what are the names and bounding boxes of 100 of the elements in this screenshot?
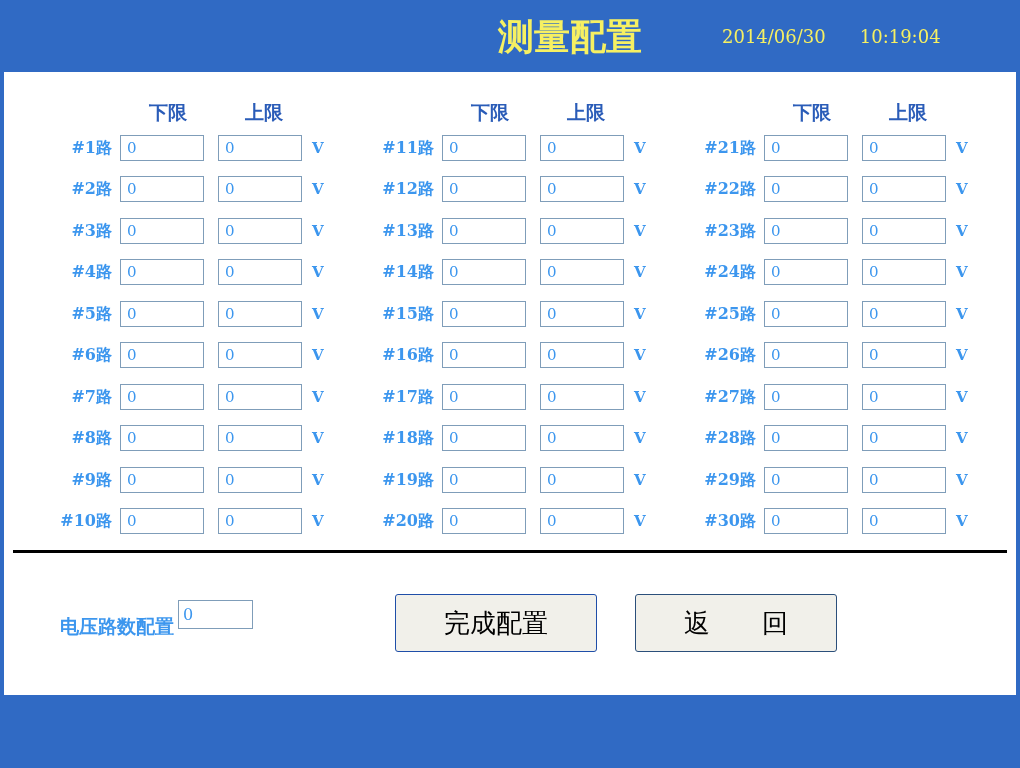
upper-limit-field[interactable]: 0: [540, 176, 624, 203]
column-header: 下限: [148, 99, 188, 125]
back-button[interactable]: 返 回: [635, 594, 837, 652]
upper-limit-field[interactable]: 0: [540, 134, 624, 161]
lower-limit-field[interactable]: 0: [442, 176, 526, 203]
channel-label: #23路: [703, 219, 756, 242]
upper-limit-field[interactable]: 0: [540, 259, 624, 286]
lower-limit-field[interactable]: 0: [764, 259, 848, 286]
lower-limit-field[interactable]: 0: [764, 217, 848, 244]
unit-label: V: [312, 345, 324, 366]
upper-limit-field[interactable]: 0: [218, 508, 302, 535]
channel-label: #17路: [381, 385, 434, 408]
channel-count-field[interactable]: 0: [178, 600, 253, 629]
lower-limit-field[interactable]: 0: [120, 383, 204, 410]
upper-limit-field[interactable]: 0: [540, 508, 624, 535]
upper-limit-field[interactable]: 0: [862, 176, 946, 203]
unit-label: V: [634, 345, 646, 366]
lower-limit-field[interactable]: 0: [764, 383, 848, 410]
lower-limit-field[interactable]: 0: [120, 466, 204, 493]
channel-label: #30路: [703, 510, 756, 533]
upper-limit-field[interactable]: 0: [218, 466, 302, 493]
lower-limit-field[interactable]: 0: [442, 259, 526, 286]
lower-limit-field[interactable]: 0: [442, 300, 526, 327]
channel-label: #22路: [703, 178, 756, 201]
finish-button[interactable]: 完成配置: [395, 594, 597, 652]
lower-limit-field[interactable]: 0: [764, 176, 848, 203]
unit-label: V: [956, 179, 968, 200]
lower-limit-field[interactable]: 0: [120, 425, 204, 452]
lower-limit-field[interactable]: 0: [120, 508, 204, 535]
lower-limit-field[interactable]: 0: [442, 383, 526, 410]
lower-limit-field[interactable]: 0: [764, 134, 848, 161]
upper-limit-field[interactable]: 0: [862, 383, 946, 410]
lower-limit-field[interactable]: 0: [120, 342, 204, 369]
channel-label: #14路: [381, 261, 434, 284]
lower-limit-field[interactable]: 0: [442, 342, 526, 369]
page-title: 测量配置: [497, 14, 643, 59]
lower-limit-field[interactable]: 0: [120, 134, 204, 161]
unit-label: V: [634, 511, 646, 532]
upper-limit-field[interactable]: 0: [862, 425, 946, 452]
channel-label: #11路: [381, 136, 434, 159]
upper-limit-field[interactable]: 0: [862, 134, 946, 161]
lower-limit-field[interactable]: 0: [442, 466, 526, 493]
upper-limit-field[interactable]: 0: [862, 259, 946, 286]
unit-label: V: [634, 262, 646, 283]
unit-label: V: [956, 428, 968, 449]
unit-label: V: [312, 386, 324, 408]
channel-label: #24路: [703, 261, 756, 284]
unit-label: V: [312, 220, 324, 242]
upper-limit-field[interactable]: 0: [218, 425, 302, 452]
unit-label: V: [634, 303, 646, 325]
channel-label: #12路: [381, 178, 434, 201]
upper-limit-field[interactable]: 0: [540, 300, 624, 327]
upper-limit-field[interactable]: 0: [218, 383, 302, 410]
column-header: 下限: [792, 99, 832, 125]
unit-label: V: [956, 137, 968, 159]
channel-label: #3路: [70, 219, 112, 242]
lower-limit-field[interactable]: 0: [120, 259, 204, 286]
lower-limit-field[interactable]: 0: [442, 217, 526, 244]
lower-limit-field[interactable]: 0: [764, 300, 848, 327]
channel-label: #28路: [703, 427, 756, 450]
unit-label: V: [956, 386, 968, 408]
unit-label: V: [956, 220, 968, 242]
upper-limit-field[interactable]: 0: [540, 466, 624, 493]
unit-label: V: [634, 428, 646, 449]
unit-label: V: [312, 303, 324, 325]
lower-limit-field[interactable]: 0: [120, 300, 204, 327]
upper-limit-field[interactable]: 0: [218, 342, 302, 369]
unit-label: V: [634, 469, 646, 491]
upper-limit-field[interactable]: 0: [540, 383, 624, 410]
upper-limit-field[interactable]: 0: [218, 134, 302, 161]
lower-limit-field[interactable]: 0: [442, 134, 526, 161]
column-header: 下限: [470, 99, 510, 125]
upper-limit-field[interactable]: 0: [540, 342, 624, 369]
lower-limit-field[interactable]: 0: [764, 466, 848, 493]
channel-label: #20路: [381, 510, 434, 533]
column-header: 上限: [244, 99, 284, 125]
unit-label: V: [312, 469, 324, 491]
unit-label: V: [956, 303, 968, 325]
lower-limit-field[interactable]: 0: [120, 217, 204, 244]
upper-limit-field[interactable]: 0: [862, 342, 946, 369]
upper-limit-field[interactable]: 0: [218, 176, 302, 203]
upper-limit-field[interactable]: 0: [862, 300, 946, 327]
channel-label: #27路: [703, 385, 756, 408]
upper-limit-field[interactable]: 0: [218, 217, 302, 244]
upper-limit-field[interactable]: 0: [862, 466, 946, 493]
lower-limit-field[interactable]: 0: [764, 425, 848, 452]
lower-limit-field[interactable]: 0: [442, 425, 526, 452]
lower-limit-field[interactable]: 0: [764, 508, 848, 535]
lower-limit-field[interactable]: 0: [764, 342, 848, 369]
lower-limit-field[interactable]: 0: [120, 176, 204, 203]
upper-limit-field[interactable]: 0: [218, 259, 302, 286]
upper-limit-field[interactable]: 0: [540, 425, 624, 452]
upper-limit-field[interactable]: 0: [862, 508, 946, 535]
upper-limit-field[interactable]: 0: [218, 300, 302, 327]
channel-label: #19路: [381, 468, 434, 491]
upper-limit-field[interactable]: 0: [862, 217, 946, 244]
upper-limit-field[interactable]: 0: [540, 217, 624, 244]
lower-limit-field[interactable]: 0: [442, 508, 526, 535]
unit-label: V: [956, 511, 968, 532]
unit-label: V: [956, 262, 968, 283]
